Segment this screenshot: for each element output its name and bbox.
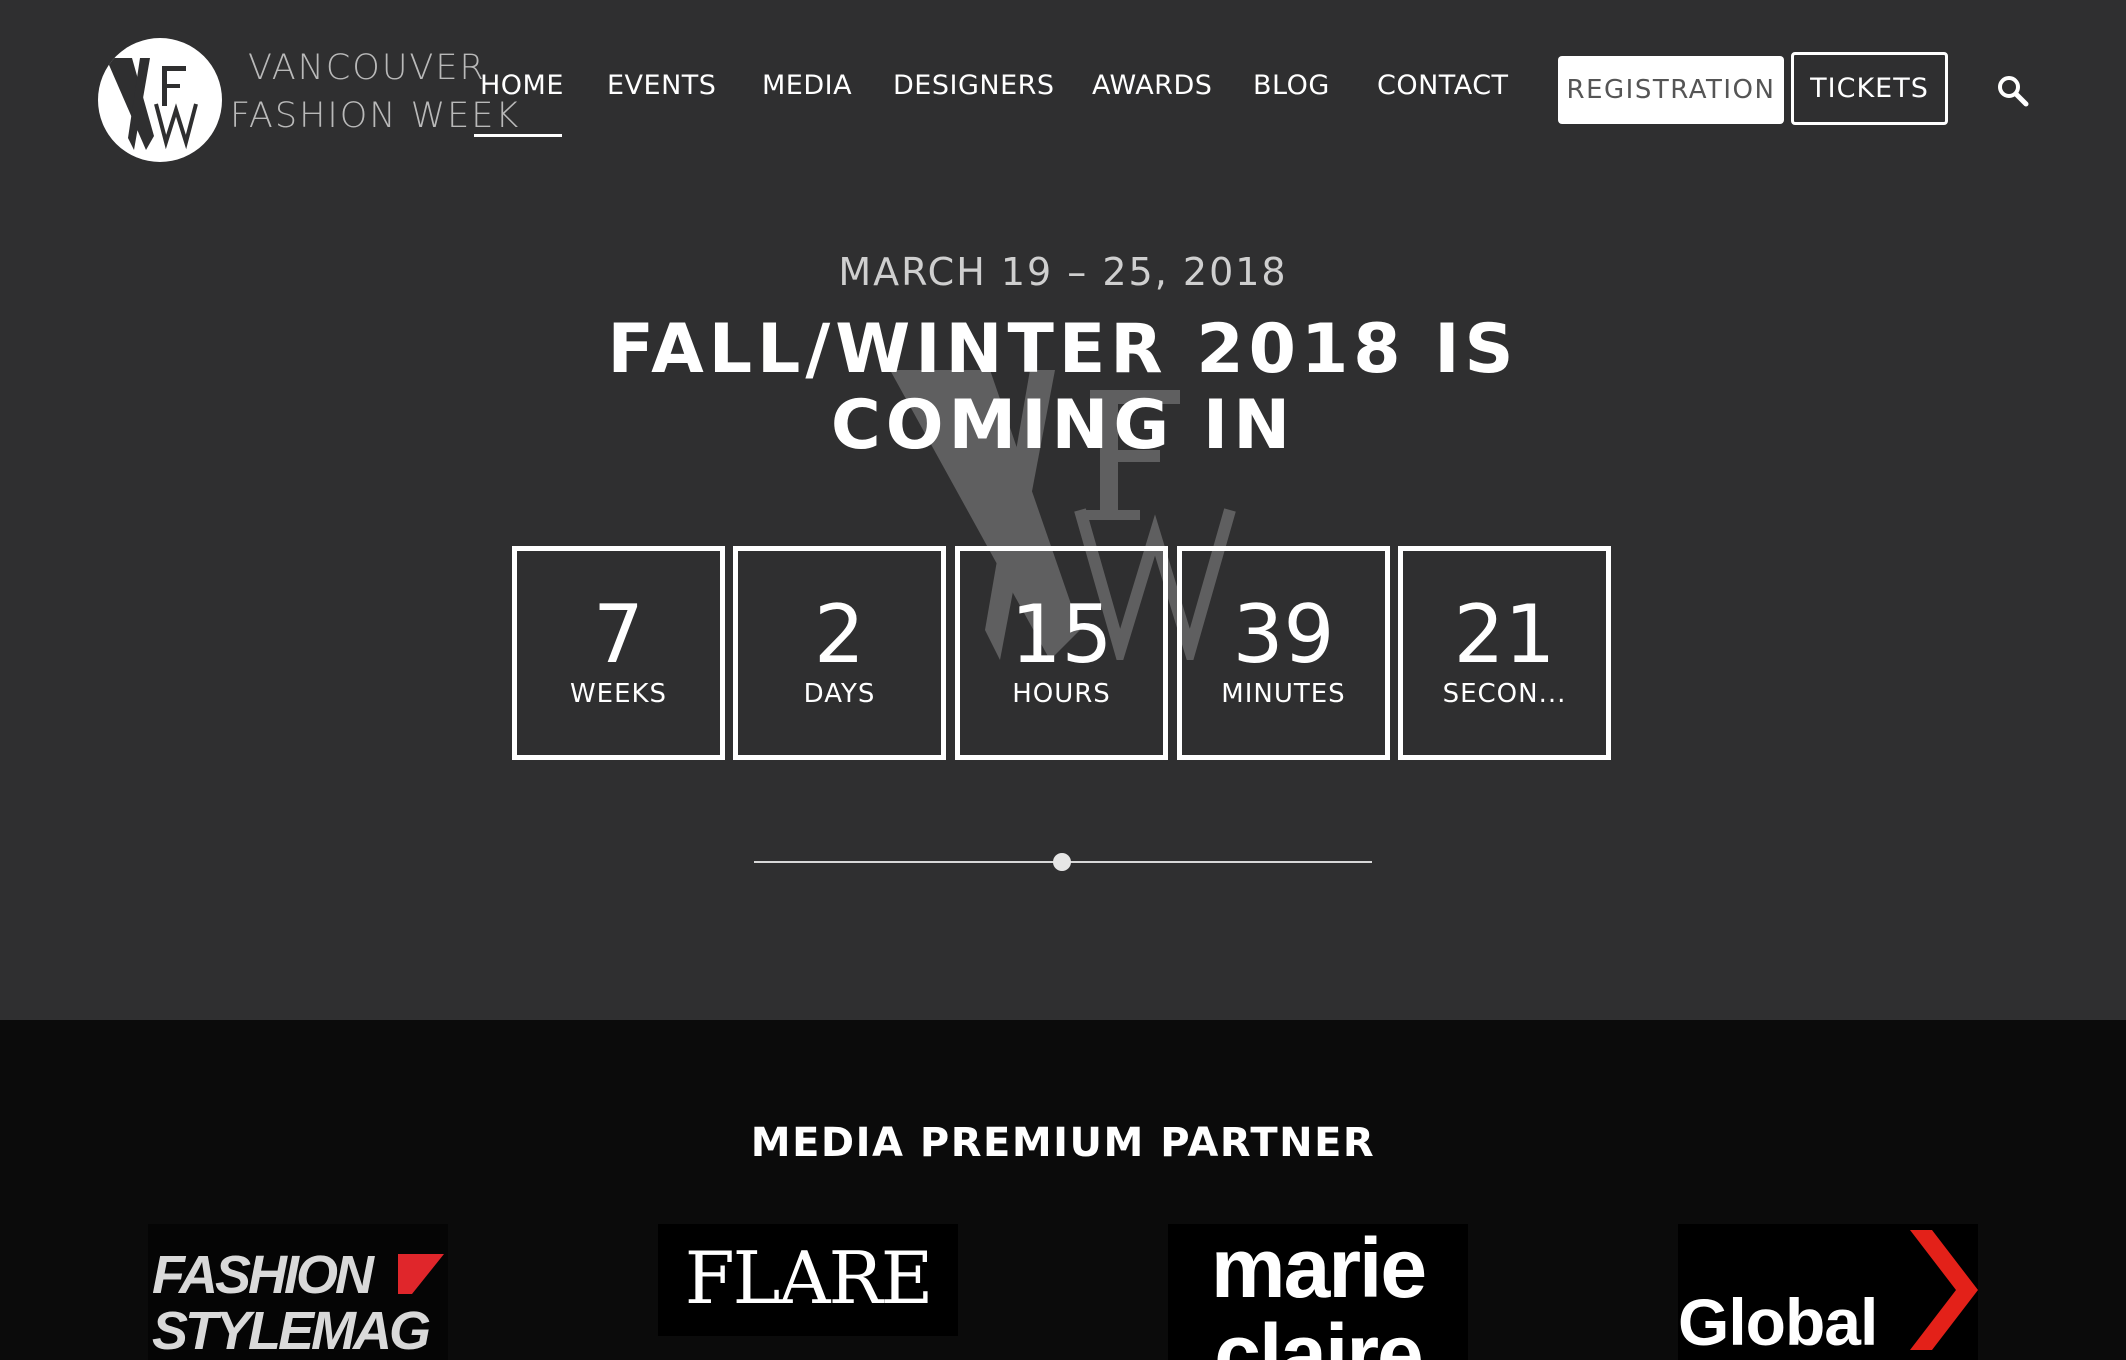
- countdown-value: 39: [1232, 588, 1335, 681]
- nav-blog[interactable]: BLOG: [1253, 70, 1330, 101]
- global-logo-text: Global: [1678, 1285, 1878, 1359]
- countdown-unit: SECON...: [1442, 679, 1567, 709]
- fsm-logo-line1: FASHION: [152, 1245, 374, 1305]
- flare-logo-text: FLARE: [684, 1236, 934, 1320]
- hero-title: FALL/WINTER 2018 IS COMING IN: [607, 310, 1519, 465]
- nav-contact[interactable]: CONTACT: [1377, 70, 1509, 101]
- nav-awards[interactable]: AWARDS: [1092, 70, 1212, 101]
- hero-section: VANCOUVER FASHION WEEK HOME EVENTS MEDIA…: [0, 0, 2126, 1020]
- partner-logo-global[interactable]: Global: [1678, 1224, 1978, 1360]
- tickets-button[interactable]: TICKETS: [1791, 52, 1948, 125]
- countdown-unit: HOURS: [1012, 679, 1111, 709]
- logo-text-line1: VANCOUVER: [248, 48, 486, 88]
- partners-section: MEDIA PREMIUM PARTNER FASHION STYLEMAG F…: [0, 1020, 2126, 1360]
- partner-logo-marie-claire[interactable]: marie claire: [1168, 1224, 1468, 1360]
- fsm-slash-icon: [398, 1254, 444, 1294]
- search-icon[interactable]: [1996, 74, 2030, 108]
- countdown-weeks: 7 WEEKS: [512, 546, 725, 760]
- countdown-value: 7: [593, 588, 644, 681]
- nav-media[interactable]: MEDIA: [762, 70, 852, 101]
- event-date: MARCH 19 – 25, 2018: [838, 250, 1288, 294]
- countdown-unit: MINUTES: [1221, 679, 1346, 709]
- vfw-logo[interactable]: VANCOUVER FASHION WEEK: [98, 38, 518, 168]
- countdown-seconds: 21 SECON...: [1398, 546, 1611, 760]
- countdown-unit: WEEKS: [569, 679, 668, 709]
- nav-designers[interactable]: DESIGNERS: [893, 70, 1055, 101]
- partner-logo-fashion-stylemag[interactable]: FASHION STYLEMAG: [148, 1224, 448, 1360]
- nav-home[interactable]: HOME: [480, 70, 564, 101]
- countdown-value: 15: [1010, 588, 1113, 681]
- mc-logo-line1: marie: [1210, 1224, 1427, 1315]
- logo-text-line2: FASHION WEEK: [230, 96, 521, 136]
- countdown-value: 2: [814, 588, 865, 681]
- fsm-logo-line2: STYLEMAG: [152, 1301, 431, 1360]
- divider-dot-icon: [1053, 853, 1071, 871]
- vfw-logo-monogram: [98, 38, 222, 162]
- countdown-days: 2 DAYS: [733, 546, 946, 760]
- registration-button[interactable]: REGISTRATION: [1558, 56, 1784, 124]
- mc-logo-line2: claire: [1214, 1307, 1424, 1360]
- global-chevron-icon: [1910, 1230, 1978, 1350]
- partners-title: MEDIA PREMIUM PARTNER: [750, 1120, 1376, 1166]
- nav-events[interactable]: EVENTS: [607, 70, 716, 101]
- partner-logo-flare[interactable]: FLARE: [658, 1224, 958, 1336]
- countdown-minutes: 39 MINUTES: [1177, 546, 1390, 760]
- nav-active-underline: [474, 134, 562, 137]
- countdown-hours: 15 HOURS: [955, 546, 1168, 760]
- countdown-value: 21: [1453, 588, 1556, 681]
- countdown-unit: DAYS: [803, 679, 876, 709]
